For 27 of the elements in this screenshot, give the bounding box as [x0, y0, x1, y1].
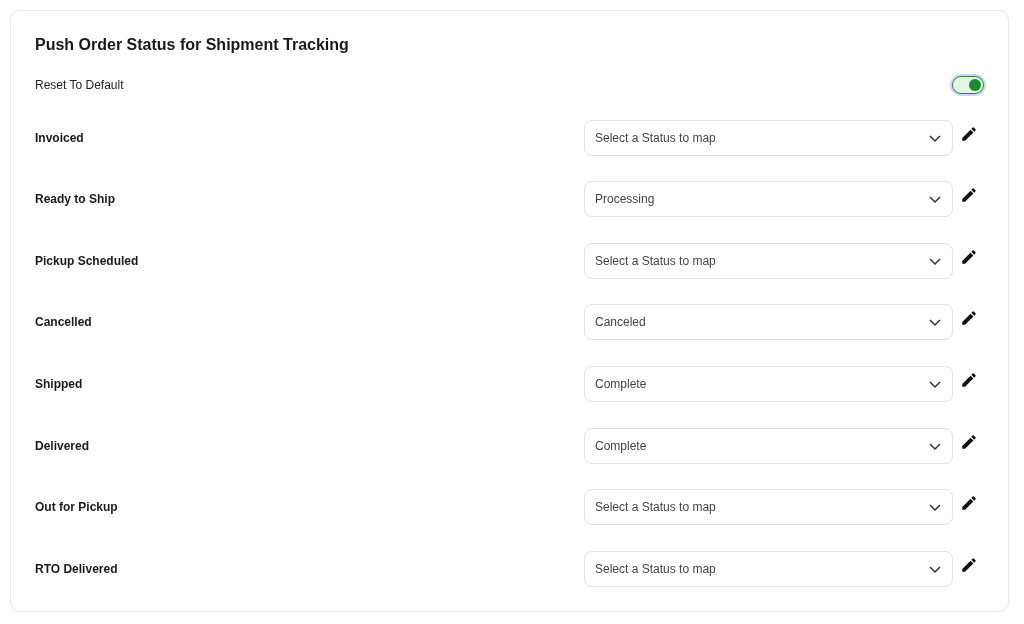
pencil-icon[interactable]: [960, 432, 978, 451]
status-label: Cancelled: [35, 315, 93, 330]
status-dropdown[interactable]: Select a Status to map: [584, 119, 953, 156]
status-dropdown[interactable]: Select a Status to map: [584, 242, 953, 279]
status-dropdown[interactable]: Select a Status to map: [584, 550, 953, 587]
pencil-icon[interactable]: [960, 309, 978, 328]
pencil-icon[interactable]: [960, 494, 978, 513]
pencil-icon[interactable]: [960, 124, 978, 143]
status-label: Ready to Ship: [35, 192, 116, 207]
pencil-icon[interactable]: [960, 247, 978, 266]
status-dropdown[interactable]: Complete: [584, 365, 953, 402]
status-label: RTO Delivered: [35, 561, 119, 576]
status-label: Out for Pickup: [35, 500, 119, 515]
card-title: Push Order Status for Shipment Tracking: [35, 35, 350, 55]
status-dropdown[interactable]: Complete: [584, 427, 953, 464]
reset-label: Reset To Default: [35, 78, 124, 92]
status-label: Shipped: [35, 376, 84, 391]
status-dropdown[interactable]: Select a Status to map: [584, 489, 953, 526]
status-label: Invoiced: [35, 130, 85, 145]
pencil-icon[interactable]: [960, 370, 978, 389]
status-label: Pickup Scheduled: [35, 253, 140, 268]
status-label: Delivered: [35, 438, 91, 453]
status-dropdown[interactable]: Processing: [584, 181, 953, 218]
pencil-icon[interactable]: [960, 186, 978, 205]
pencil-icon[interactable]: [960, 555, 978, 574]
toggle-switch[interactable]: [952, 76, 984, 94]
status-dropdown[interactable]: Canceled: [584, 304, 953, 341]
